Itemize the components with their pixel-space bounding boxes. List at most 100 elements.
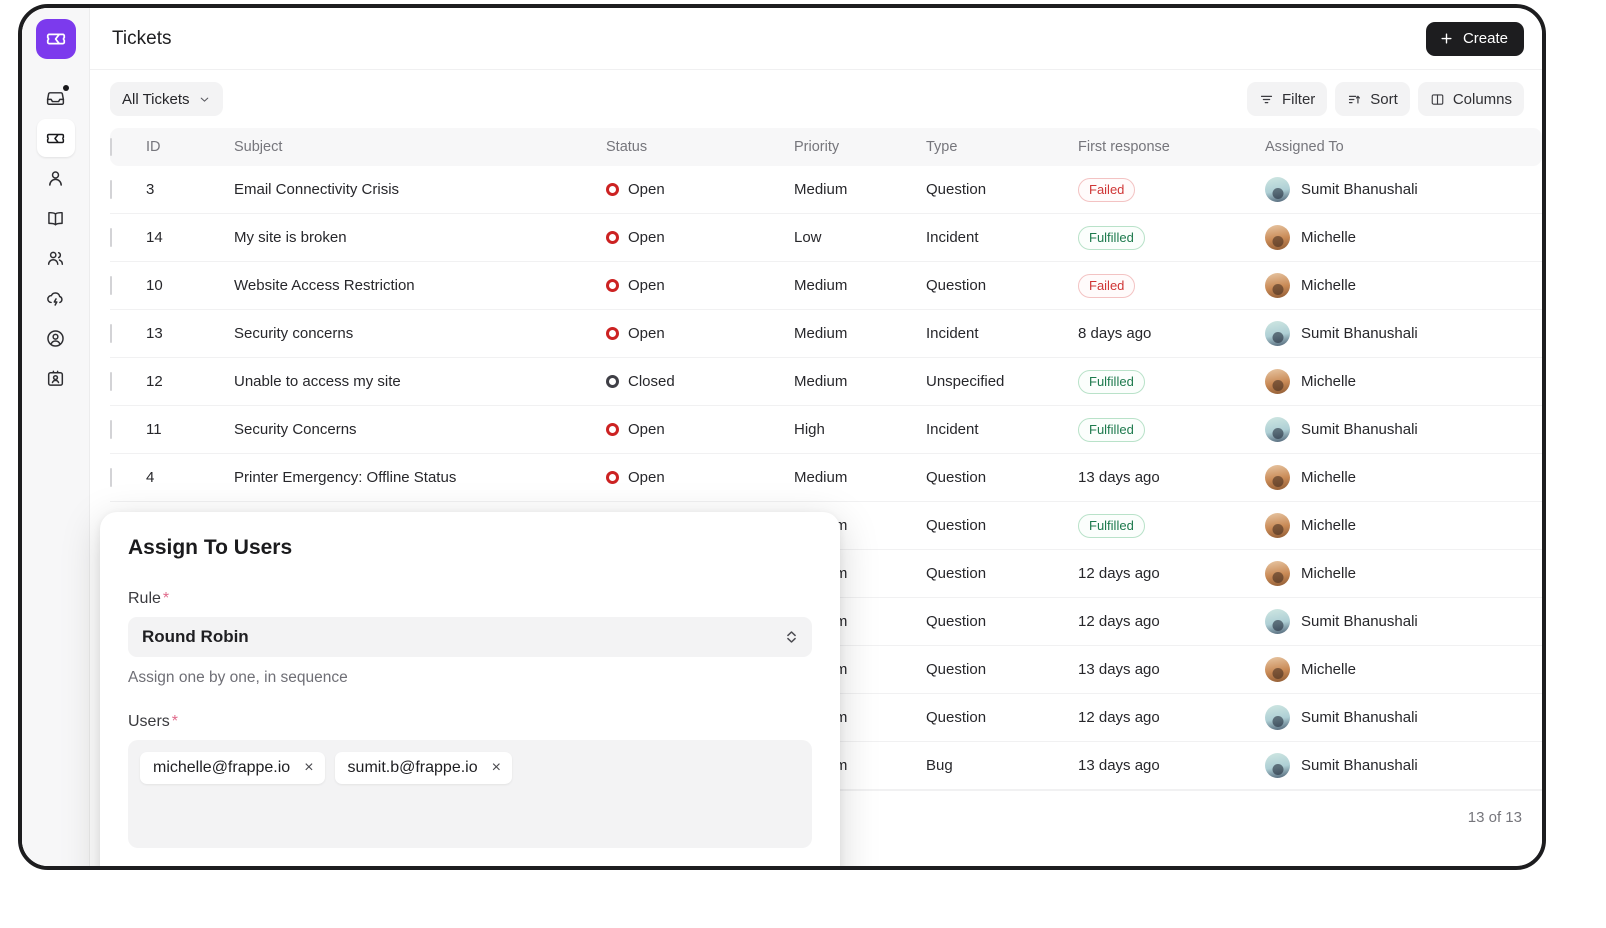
cell-assigned-to[interactable]: Michelle (1265, 225, 1542, 250)
users-label-text: Users (128, 713, 170, 730)
ticket-icon (45, 128, 66, 149)
id-card-icon (45, 368, 66, 389)
table-row[interactable]: 13Security concernsOpenMediumIncident8 d… (110, 310, 1542, 358)
row-checkbox[interactable] (110, 420, 112, 439)
assign-to-users-dialog: Assign To Users Rule* Round Robin Assign… (100, 512, 840, 866)
table-row[interactable]: 10Website Access RestrictionOpenMediumQu… (110, 262, 1542, 310)
avatar (1265, 321, 1290, 346)
sort-button[interactable]: Sort (1335, 82, 1410, 116)
cell-assigned-to[interactable]: Michelle (1265, 657, 1542, 682)
column-header-subject[interactable]: Subject (234, 139, 606, 155)
avatar (1265, 465, 1290, 490)
row-checkbox[interactable] (110, 372, 112, 391)
table-row[interactable]: 14My site is brokenOpenLowIncidentFulfil… (110, 214, 1542, 262)
cell-priority: Medium (794, 469, 926, 486)
columns-button[interactable]: Columns (1418, 82, 1524, 116)
column-header-type[interactable]: Type (926, 139, 1078, 155)
status-closed-icon (606, 375, 619, 388)
app-window: Tickets Create All Tickets (22, 8, 1542, 866)
cell-assigned-to[interactable]: Michelle (1265, 465, 1542, 490)
view-selector[interactable]: All Tickets (110, 82, 223, 116)
cell-assigned-to[interactable]: Sumit Bhanushali (1265, 177, 1542, 202)
rule-required-mark: * (163, 590, 169, 607)
row-checkbox-cell (110, 469, 146, 486)
cell-first-response: Fulfilled (1078, 226, 1265, 250)
create-button[interactable]: Create (1426, 22, 1524, 56)
cell-assigned-to[interactable]: Michelle (1265, 513, 1542, 538)
row-checkbox[interactable] (110, 468, 112, 487)
assignee-name: Sumit Bhanushali (1301, 709, 1418, 726)
cell-type: Question (926, 613, 1078, 630)
cell-type: Question (926, 709, 1078, 726)
column-header-status[interactable]: Status (606, 139, 794, 155)
column-header-first-response[interactable]: First response (1078, 139, 1265, 155)
cell-assigned-to[interactable]: Michelle (1265, 561, 1542, 586)
cell-subject: Website Access Restriction (234, 277, 606, 294)
row-checkbox-cell (110, 277, 146, 294)
cell-assigned-to[interactable]: Sumit Bhanushali (1265, 417, 1542, 442)
sidebar-item-customers[interactable] (37, 239, 75, 277)
table-row[interactable]: 3Email Connectivity CrisisOpenMediumQues… (110, 166, 1542, 214)
table-row[interactable]: 4Printer Emergency: Offline StatusOpenMe… (110, 454, 1542, 502)
avatar (1265, 417, 1290, 442)
table-row[interactable]: 12Unable to access my siteClosedMediumUn… (110, 358, 1542, 406)
sidebar-item-contacts[interactable] (37, 159, 75, 197)
cell-assigned-to[interactable]: Sumit Bhanushali (1265, 753, 1542, 778)
top-bar: Tickets Create (90, 8, 1542, 70)
row-checkbox[interactable] (110, 276, 112, 295)
user-circle-icon (45, 328, 66, 349)
columns-icon (1430, 92, 1445, 107)
cell-type: Bug (926, 757, 1078, 774)
sidebar-item-knowledge-base[interactable] (37, 199, 75, 237)
cell-type: Question (926, 469, 1078, 486)
sidebar-item-tickets[interactable] (37, 119, 75, 157)
row-checkbox[interactable] (110, 324, 112, 343)
remove-chip-icon[interactable]: × (304, 760, 313, 776)
sidebar-item-automation[interactable] (37, 279, 75, 317)
toolbar-actions: Filter Sort Column (1247, 82, 1524, 116)
filter-button[interactable]: Filter (1247, 82, 1327, 116)
assignee-name: Michelle (1301, 565, 1356, 582)
sidebar-item-inbox[interactable] (37, 79, 75, 117)
sidebar (22, 8, 90, 866)
status-open-icon (606, 183, 619, 196)
cell-assigned-to[interactable]: Michelle (1265, 369, 1542, 394)
user-chip[interactable]: sumit.b@frappe.io× (335, 752, 512, 784)
cell-assigned-to[interactable]: Sumit Bhanushali (1265, 321, 1542, 346)
cell-subject: Security Concerns (234, 421, 606, 438)
user-chip[interactable]: michelle@frappe.io× (140, 752, 325, 784)
cell-first-response: Failed (1078, 178, 1265, 202)
status-label: Open (628, 181, 665, 198)
cell-first-response: Fulfilled (1078, 418, 1265, 442)
cell-assigned-to[interactable]: Sumit Bhanushali (1265, 705, 1542, 730)
status-badge: Fulfilled (1078, 514, 1145, 538)
cell-assigned-to[interactable]: Michelle (1265, 273, 1542, 298)
column-header-priority[interactable]: Priority (794, 139, 926, 155)
result-count: 13 of 13 (1468, 809, 1522, 826)
row-checkbox[interactable] (110, 180, 112, 199)
select-all-checkbox[interactable] (110, 138, 112, 156)
status-label: Open (628, 277, 665, 294)
cell-id: 3 (146, 181, 234, 198)
cell-priority: Medium (794, 277, 926, 294)
sidebar-item-agents[interactable] (37, 319, 75, 357)
row-checkbox-cell (110, 229, 146, 246)
sidebar-item-teams[interactable] (37, 359, 75, 397)
cell-status: Open (606, 421, 794, 438)
column-header-id[interactable]: ID (146, 139, 234, 155)
cell-status: Closed (606, 373, 794, 390)
app-logo[interactable] (36, 19, 76, 59)
remove-chip-icon[interactable]: × (492, 760, 501, 776)
assignee-name: Sumit Bhanushali (1301, 613, 1418, 630)
row-checkbox[interactable] (110, 228, 112, 247)
rule-select[interactable]: Round Robin (128, 617, 812, 657)
cell-first-response: Failed (1078, 274, 1265, 298)
cell-subject: Unable to access my site (234, 373, 606, 390)
cell-assigned-to[interactable]: Sumit Bhanushali (1265, 609, 1542, 634)
avatar (1265, 753, 1290, 778)
users-chips-container[interactable]: michelle@frappe.io× sumit.b@frappe.io× (128, 740, 812, 848)
cell-type: Incident (926, 229, 1078, 246)
column-header-assigned-to[interactable]: Assigned To (1265, 139, 1542, 155)
cell-status: Open (606, 325, 794, 342)
table-row[interactable]: 11Security ConcernsOpenHighIncidentFulfi… (110, 406, 1542, 454)
